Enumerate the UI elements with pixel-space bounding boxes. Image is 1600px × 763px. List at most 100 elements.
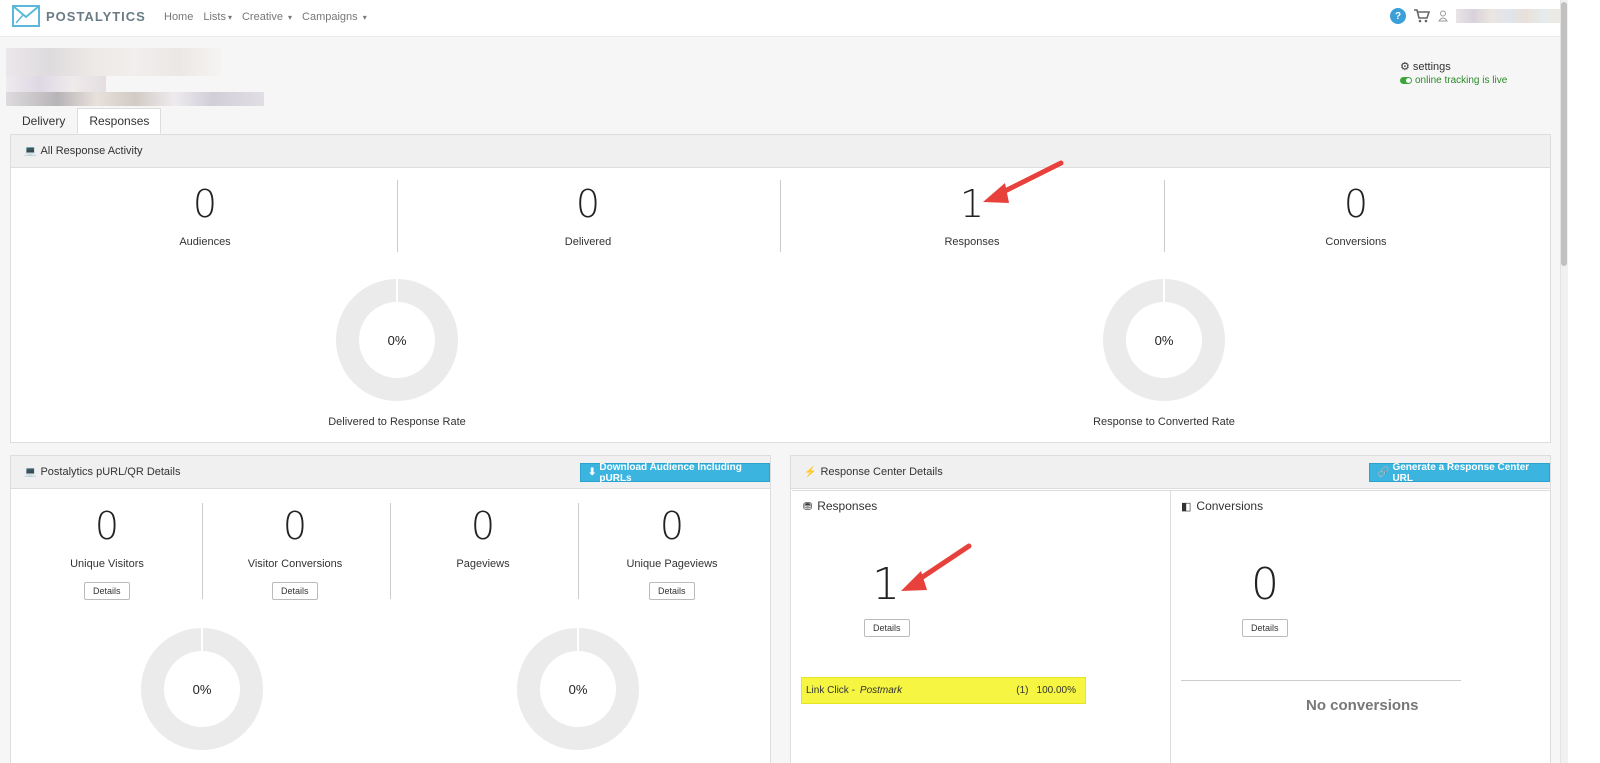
divider: [1164, 180, 1165, 252]
donut-caption: Response to Converted Rate: [1093, 416, 1235, 428]
divider: [1181, 680, 1461, 681]
purl-qr-details-panel: 💻 Postalytics pURL/QR Details ⬇ Download…: [10, 455, 771, 763]
responses-subtitle: ⛃ Responses: [803, 499, 877, 513]
divider: [578, 503, 579, 599]
download-audience-button[interactable]: ⬇ Download Audience Including pURLs: [580, 461, 770, 484]
stat-value: 0: [94, 504, 120, 548]
cube-icon: ◧: [1181, 500, 1192, 513]
stat-label: Audiences: [179, 236, 231, 248]
link-click-count: (1): [1016, 685, 1029, 696]
donut-caption: Delivered to Response Rate: [328, 416, 466, 428]
stat-value: 0: [470, 504, 496, 548]
stat-responses: 1 Responses: [872, 184, 1072, 248]
nav-link-creative[interactable]: Creative ▾: [242, 11, 292, 23]
download-button-label: Download Audience Including pURLs: [599, 461, 742, 484]
nav-link-campaigns[interactable]: Campaigns ▾: [302, 11, 367, 23]
page-scrollbar-thumb[interactable]: [1561, 2, 1567, 266]
response-center-conversions-count: 0: [1215, 562, 1315, 608]
stat-label: Unique Visitors: [70, 558, 144, 570]
stat-value: 1: [872, 559, 900, 610]
conversions-subtitle: ◧ Conversions: [1181, 499, 1263, 513]
caret-down-icon: ▾: [288, 13, 293, 22]
nav-link-lists[interactable]: Lists ▾: [203, 11, 232, 23]
nav-link-home[interactable]: Home: [164, 11, 193, 23]
panel-header: 💻 All Response Activity: [11, 135, 1550, 168]
toggle-on-icon[interactable]: [1400, 77, 1412, 84]
stat-unique-visitors: 0 Unique Visitors: [32, 506, 182, 570]
divider: [390, 503, 391, 599]
link-click-row[interactable]: Link Click - Postmark (1) 100.00%: [806, 685, 1076, 696]
donut-value: 0%: [192, 681, 212, 697]
stat-label: Unique Pageviews: [626, 558, 718, 570]
caret-down-icon: ▾: [227, 13, 232, 22]
settings-link[interactable]: ⚙ settings: [1400, 60, 1451, 73]
stat-value: 0: [659, 504, 685, 548]
generate-response-center-url-button[interactable]: 🔗 Generate a Response Center URL: [1369, 461, 1550, 484]
nav-link-lists-label: Lists: [203, 11, 226, 23]
panel-title: Postalytics pURL/QR Details: [40, 466, 181, 478]
generate-button-label: Generate a Response Center URL: [1392, 461, 1530, 484]
donut-chart-pageviews: 0%: [517, 628, 639, 750]
stat-value: 0: [1251, 559, 1279, 610]
brand-logo[interactable]: POSTALYTICS: [12, 5, 146, 27]
conversions-title-label: Conversions: [1196, 499, 1264, 513]
donut-chart-delivered-response: 0%: [336, 279, 458, 401]
donut-value: 0%: [1154, 332, 1174, 348]
tab-delivery[interactable]: Delivery: [10, 108, 77, 134]
panel-header: ⚡ Response Center Details 🔗 Generate a R…: [791, 456, 1550, 489]
stat-delivered: 0 Delivered: [488, 184, 688, 248]
user-account-menu[interactable]: [1456, 9, 1561, 23]
cubes-icon: ⛃: [803, 500, 813, 513]
nav-link-creative-label: Creative: [241, 11, 283, 23]
link-icon: 🔗: [1377, 467, 1390, 478]
user-icon[interactable]: [1438, 10, 1448, 22]
unique-visitors-details-button[interactable]: Details: [84, 582, 130, 600]
unique-pageviews-details-button[interactable]: Details: [649, 582, 695, 600]
visitor-conversions-details-button[interactable]: Details: [272, 582, 318, 600]
gear-icon: ⚙: [1400, 61, 1410, 73]
download-icon: ⬇: [588, 467, 597, 478]
stat-value: 0: [282, 504, 308, 548]
stat-conversions: 0 Conversions: [1256, 184, 1456, 248]
tracking-label: online tracking is live: [1415, 75, 1508, 86]
top-navbar: POSTALYTICS Home Lists ▾ Creative ▾ Campa…: [0, 0, 1600, 37]
divider: [780, 180, 781, 252]
brand-name: POSTALYTICS: [46, 8, 146, 24]
responses-title-label: Responses: [817, 499, 878, 513]
divider: [202, 503, 203, 599]
rss-icon: ⚡: [804, 466, 817, 478]
stat-label: Delivered: [564, 236, 612, 248]
conversions-subpanel: [1170, 490, 1550, 763]
donut-chart-visitors: 0%: [141, 628, 263, 750]
window-edge: [1568, 0, 1600, 763]
link-click-label: Link Click -: [806, 685, 855, 696]
envelope-logo-icon: [12, 5, 40, 27]
stat-visitor-conversions: 0 Visitor Conversions: [220, 506, 370, 570]
response-center-responses-count: 1: [836, 562, 936, 608]
donut-value: 0%: [387, 332, 407, 348]
stat-label: Conversions: [1325, 236, 1387, 248]
stat-unique-pageviews: 0 Unique Pageviews: [597, 506, 747, 570]
stat-value: 0: [575, 182, 601, 226]
campaign-subtitle-redacted: [6, 76, 106, 92]
stat-label: Responses: [944, 236, 1000, 248]
tab-responses[interactable]: Responses: [77, 108, 162, 134]
stat-label: Visitor Conversions: [247, 558, 343, 570]
report-tabs: Delivery Responses: [10, 108, 162, 134]
stat-value: 1: [959, 182, 985, 226]
no-conversions-message: No conversions: [1306, 697, 1419, 714]
cart-icon[interactable]: [1414, 9, 1430, 23]
link-click-source: Postmark: [859, 685, 903, 696]
stat-value: 0: [192, 182, 218, 226]
laptop-icon: 💻: [24, 145, 37, 157]
stat-label: Pageviews: [456, 558, 510, 570]
responses-details-button[interactable]: Details: [864, 619, 910, 637]
settings-label: settings: [1412, 61, 1451, 73]
stat-audiences: 0 Audiences: [105, 184, 305, 248]
laptop-icon: 💻: [24, 466, 37, 478]
conversions-details-button[interactable]: Details: [1242, 619, 1288, 637]
help-icon[interactable]: ?: [1390, 8, 1406, 24]
donut-chart-response-converted: 0%: [1103, 279, 1225, 401]
panel-title: Response Center Details: [820, 466, 943, 478]
responses-subpanel: [792, 490, 1171, 763]
